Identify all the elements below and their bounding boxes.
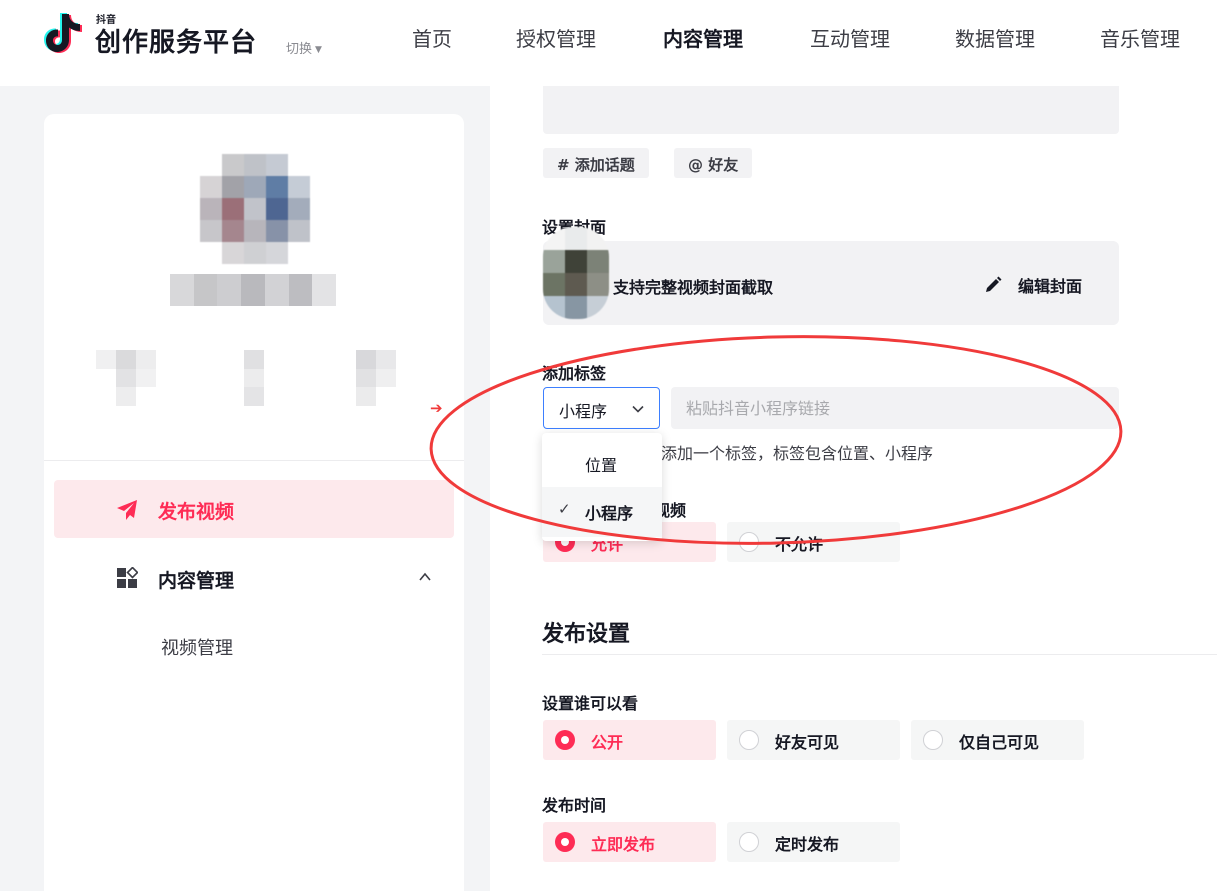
radio-unchecked-icon bbox=[739, 532, 759, 552]
visibility-radio-public[interactable]: 公开 bbox=[543, 720, 716, 760]
caret-down-icon: ▼ bbox=[315, 45, 322, 55]
stat-likes[interactable] bbox=[336, 350, 396, 406]
visibility-radio-private[interactable]: 仅自己可见 bbox=[911, 720, 1084, 760]
description-input[interactable] bbox=[543, 86, 1119, 134]
chevron-up-icon[interactable] bbox=[418, 570, 432, 584]
tag-type-value: 小程序 bbox=[559, 402, 608, 421]
cover-panel: 支持完整视频封面截取 编辑封面 bbox=[543, 227, 1119, 325]
sidebar-item-label: 内容管理 bbox=[158, 570, 235, 592]
allow-radio-no[interactable]: 不允许 bbox=[727, 522, 900, 562]
edit-cover-button[interactable]: 编辑封面 bbox=[983, 272, 1103, 298]
douyin-logo-icon[interactable] bbox=[44, 10, 86, 54]
sidebar-subitem-video-management[interactable]: 视频管理 bbox=[161, 634, 233, 660]
radio-label: 公开 bbox=[591, 733, 624, 752]
sidebar-item-label: 发布视频 bbox=[158, 501, 235, 523]
nav-authorization[interactable]: 授权管理 bbox=[516, 23, 596, 52]
nav-music[interactable]: 音乐管理 bbox=[1100, 23, 1180, 52]
radio-label: 好友可见 bbox=[775, 733, 840, 752]
publish-time-radio-now[interactable]: 立即发布 bbox=[543, 822, 716, 862]
option-label: 小程序 bbox=[585, 504, 634, 523]
publish-time-label: 发布时间 bbox=[542, 796, 607, 815]
tag-type-dropdown-menu: 位置 ✓ 小程序 bbox=[542, 433, 662, 541]
check-icon: ✓ bbox=[558, 500, 571, 518]
dropdown-option-mini-program[interactable]: ✓ 小程序 bbox=[542, 487, 662, 537]
visibility-label: 设置谁可以看 bbox=[542, 694, 639, 713]
nav-interaction[interactable]: 互动管理 bbox=[810, 23, 890, 52]
radio-unchecked-icon bbox=[923, 730, 943, 750]
section-divider bbox=[542, 654, 1217, 655]
stat-followers[interactable] bbox=[224, 350, 284, 406]
top-header: 抖音 创作服务平台 切换 ▼ 首页 授权管理 内容管理 互动管理 数据管理 音乐管… bbox=[0, 0, 1217, 86]
publish-time-radio-scheduled[interactable]: 定时发布 bbox=[727, 822, 900, 862]
radio-checked-icon bbox=[555, 730, 575, 750]
cover-thumbnail[interactable] bbox=[543, 227, 609, 319]
switch-label: 切换 bbox=[286, 42, 313, 57]
switch-platform-button[interactable]: 切换 ▼ bbox=[286, 38, 322, 57]
cover-hint-text: 支持完整视频封面截取 bbox=[613, 278, 774, 297]
nav-content-management[interactable]: 内容管理 bbox=[663, 23, 743, 52]
mention-friend-button[interactable]: @ 好友 bbox=[674, 148, 753, 178]
sidebar-divider bbox=[44, 460, 464, 461]
chevron-down-icon bbox=[632, 405, 644, 413]
add-topic-button[interactable]: # 添加话题 bbox=[543, 148, 649, 178]
avatar[interactable] bbox=[200, 154, 310, 264]
radio-label: 定时发布 bbox=[775, 835, 840, 854]
mini-program-link-input[interactable] bbox=[671, 387, 1119, 429]
pencil-icon bbox=[986, 276, 1002, 292]
nav-home[interactable]: 首页 bbox=[412, 23, 452, 52]
radio-unchecked-icon bbox=[739, 832, 759, 852]
radio-label: 立即发布 bbox=[591, 835, 656, 854]
sidebar-item-publish-video[interactable]: 发布视频 bbox=[54, 480, 454, 538]
paper-plane-icon bbox=[117, 500, 137, 520]
edit-cover-label: 编辑封面 bbox=[1018, 277, 1083, 296]
radio-label: 仅自己可见 bbox=[959, 733, 1040, 752]
sidebar-item-content-management[interactable]: 内容管理 bbox=[54, 554, 454, 604]
option-label: 位置 bbox=[585, 456, 618, 475]
visibility-radio-friends[interactable]: 好友可见 bbox=[727, 720, 900, 760]
tag-hint-text: 持添加一个标签，标签包含位置、小程序 bbox=[645, 444, 934, 463]
profile-name bbox=[170, 274, 336, 306]
tag-section-label: 添加标签 bbox=[542, 364, 607, 383]
tag-type-select[interactable]: 小程序 bbox=[543, 387, 660, 429]
platform-title[interactable]: 创作服务平台 bbox=[95, 22, 257, 59]
publish-settings-title: 发布设置 bbox=[542, 622, 631, 647]
radio-checked-icon bbox=[555, 832, 575, 852]
radio-unchecked-icon bbox=[739, 730, 759, 750]
dropdown-option-location[interactable]: 位置 bbox=[542, 439, 662, 489]
stat-following[interactable] bbox=[96, 350, 156, 406]
nav-data[interactable]: 数据管理 bbox=[955, 23, 1035, 52]
annotation-arrow-icon: ➔ bbox=[430, 399, 443, 417]
sidebar: 发布视频 内容管理 视频管理 bbox=[44, 114, 464, 891]
radio-label: 不允许 bbox=[775, 535, 824, 554]
grid-icon bbox=[117, 567, 138, 588]
